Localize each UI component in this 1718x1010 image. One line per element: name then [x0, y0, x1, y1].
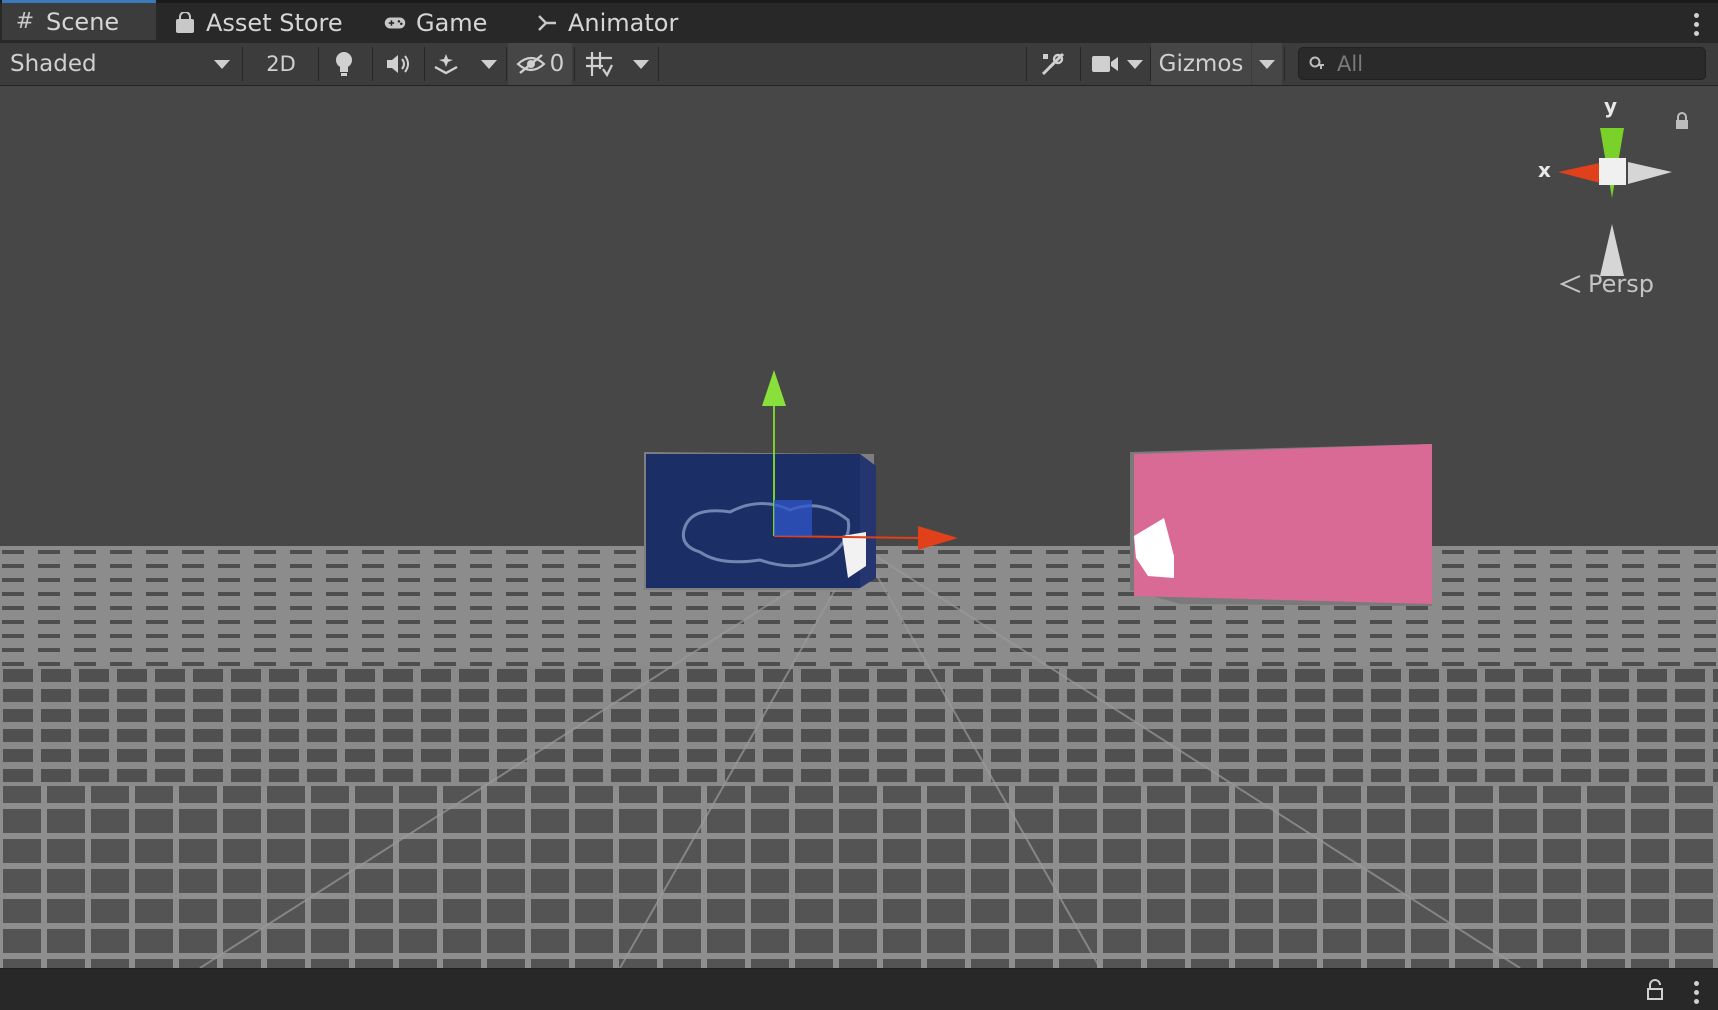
- speaker-icon: [387, 55, 409, 73]
- chevron-down-icon: [633, 59, 649, 69]
- blue-cube-object[interactable]: [644, 452, 876, 590]
- search-icon: [1309, 56, 1324, 69]
- grid-toggle-button[interactable]: [578, 43, 620, 85]
- tab-game-label: Game: [416, 9, 488, 37]
- tools-toggle-button[interactable]: [1030, 43, 1076, 85]
- gizmos-label: Gizmos: [1158, 51, 1244, 77]
- scene-search-field[interactable]: [1298, 47, 1706, 80]
- draw-mode-label: Shaded: [10, 51, 97, 77]
- gizmo-x-label: x: [1538, 158, 1551, 182]
- hidden-count: 0: [549, 51, 565, 77]
- ground-plane-near: [0, 786, 1718, 968]
- scene-render[interactable]: [0, 86, 1718, 968]
- lock-icon[interactable]: [1646, 979, 1664, 1001]
- projection-toggle[interactable]: Persp: [1560, 270, 1654, 298]
- ground-plane-mid: [0, 666, 1718, 786]
- lighting-toggle-button[interactable]: [322, 43, 366, 85]
- pink-cube-object[interactable]: [1130, 444, 1432, 606]
- tab-animator-label: Animator: [568, 9, 679, 37]
- toggle-2d-button[interactable]: 2D: [252, 43, 310, 85]
- status-bar: [0, 968, 1718, 1010]
- tab-animator[interactable]: Animator: [524, 3, 690, 43]
- grid-dropdown[interactable]: [626, 43, 656, 85]
- xy-plane-handle[interactable]: [774, 500, 812, 536]
- grid-hash-icon: #: [15, 9, 35, 34]
- animator-branch-icon: [536, 12, 558, 34]
- tab-menu-kebab-icon[interactable]: [1694, 13, 1700, 36]
- effects-dropdown[interactable]: [474, 43, 504, 85]
- scene-viewport[interactable]: y x Persp: [0, 86, 1718, 968]
- chevron-down-icon: [1259, 59, 1275, 69]
- camera-settings-button[interactable]: [1084, 43, 1150, 85]
- gizmos-toggle-button[interactable]: Gizmos: [1151, 43, 1251, 85]
- tab-asset-store[interactable]: Asset Store: [162, 3, 355, 43]
- lock-icon[interactable]: [1674, 112, 1690, 130]
- hidden-objects-toggle[interactable]: 0: [508, 43, 572, 85]
- gizmo-center-cube[interactable]: [1599, 158, 1626, 185]
- shopping-bag-icon: [174, 12, 196, 34]
- tab-asset-store-label: Asset Store: [206, 9, 343, 37]
- chevron-down-icon: [214, 59, 230, 69]
- effects-toggle-button[interactable]: [428, 43, 464, 85]
- audio-toggle-button[interactable]: [376, 43, 420, 85]
- eye-slash-icon: [516, 54, 546, 74]
- gizmo-y-label: y: [1604, 94, 1618, 118]
- chevron-down-icon: [1127, 59, 1143, 69]
- tools-wrench-icon: [1041, 52, 1065, 76]
- draw-mode-dropdown[interactable]: Shaded: [0, 43, 240, 85]
- tab-scene-label: Scene: [46, 7, 120, 36]
- scene-toolbar: Shaded 2D 0 Gizmos: [0, 43, 1718, 86]
- video-camera-icon: [1092, 56, 1118, 72]
- lightbulb-icon: [336, 52, 352, 76]
- gamepad-icon: [384, 12, 406, 34]
- chevron-down-icon: [481, 59, 497, 69]
- gizmos-dropdown[interactable]: [1252, 43, 1282, 85]
- toggle-2d-label: 2D: [266, 52, 296, 76]
- search-input[interactable]: [1335, 50, 1699, 77]
- status-menu-kebab-icon[interactable]: [1694, 981, 1700, 1004]
- grid-snap-icon: [586, 52, 613, 77]
- tab-game[interactable]: Game: [372, 3, 499, 43]
- tab-bar: # Scene Asset Store Game Animator: [0, 0, 1718, 43]
- layers-effects-icon: [434, 54, 458, 75]
- perspective-chevron-icon: [1560, 275, 1581, 293]
- tab-scene[interactable]: # Scene: [2, 0, 156, 40]
- projection-label: Persp: [1588, 270, 1654, 298]
